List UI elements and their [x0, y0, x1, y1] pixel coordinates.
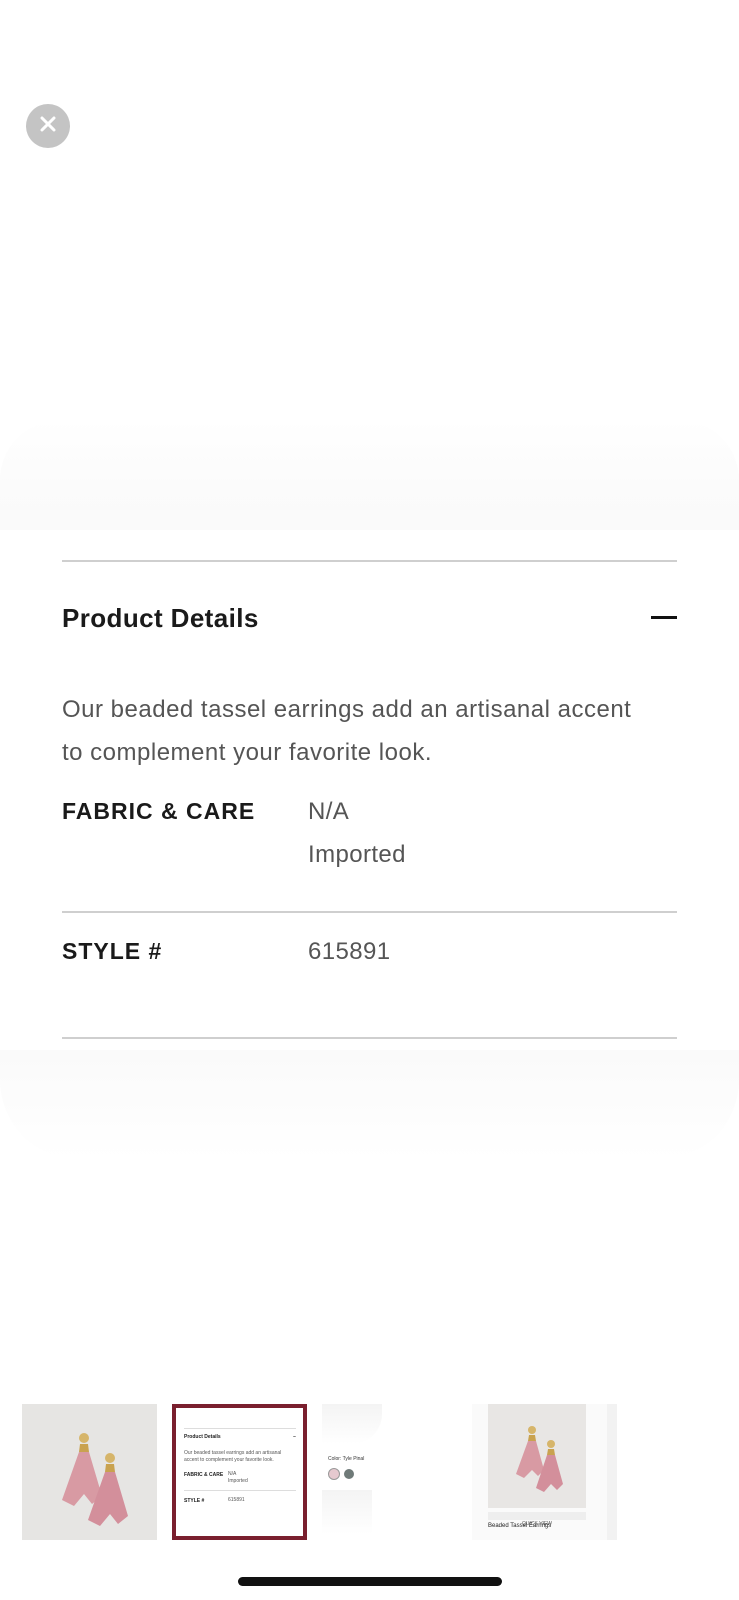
fabric-care-value: N/A: [308, 798, 350, 825]
color-swatch-pink: [328, 1468, 340, 1480]
fabric-care-value: Imported: [308, 841, 406, 868]
product-description: Our beaded tassel earrings add an artisa…: [62, 696, 632, 766]
mini-style-label: STYLE #: [184, 1498, 205, 1504]
mini-fabric-label: FABRIC & CARE: [184, 1472, 224, 1478]
fabric-care-label: FABRIC & CARE: [62, 798, 256, 824]
style-number: 615891: [308, 938, 391, 965]
close-button[interactable]: [26, 104, 70, 148]
style-row: STYLE # 615891: [62, 930, 677, 973]
mini-title: Product Details: [184, 1434, 221, 1440]
style-value: 615891: [308, 930, 391, 973]
mini-description: Our beaded tassel earrings add an artisa…: [184, 1450, 282, 1463]
mini-style-value: 615891: [228, 1497, 245, 1503]
fabric-care-row: FABRIC & CARE N/A Imported: [62, 790, 677, 880]
mini-color-label: Color: Tyle Pinal: [328, 1456, 365, 1462]
mini-fade: [322, 1490, 372, 1534]
related-product-name: Beaded Tassel Earrings: [488, 1523, 552, 1529]
top-fade: [0, 420, 739, 530]
style-label: STYLE #: [62, 938, 163, 964]
thumbnail-strip: Product Details − Our beaded tassel earr…: [22, 1404, 739, 1540]
tassel-earrings-image: [22, 1404, 157, 1540]
mini-divider: [184, 1490, 296, 1491]
divider-bottom: [62, 1037, 677, 1039]
minus-icon[interactable]: [651, 605, 677, 631]
divider-middle: [62, 911, 677, 913]
product-details-title: Product Details: [62, 602, 259, 633]
mini-fade: [322, 1404, 382, 1444]
thumbnail-product-details[interactable]: Product Details − Our beaded tassel earr…: [172, 1404, 307, 1540]
tassel-earrings-image: [516, 1426, 563, 1492]
color-swatch-gray: [344, 1469, 354, 1479]
home-indicator[interactable]: [238, 1577, 502, 1586]
thumbnail-color[interactable]: Color: Tyle Pinal: [322, 1404, 457, 1540]
mini-divider: [184, 1428, 296, 1429]
product-details-header[interactable]: Product Details: [62, 590, 677, 646]
bottom-fade: [0, 1050, 739, 1160]
mini-minus-icon: −: [293, 1434, 296, 1440]
mini-header: Product Details −: [184, 1434, 296, 1440]
mini-fabric-value: N/A: [228, 1471, 237, 1477]
next-thumbnail-edge: [607, 1404, 617, 1540]
mini-fabric-value: Imported: [228, 1478, 248, 1484]
quick-view-button[interactable]: QUICK VIEW: [488, 1512, 586, 1527]
related-product-image: [488, 1404, 586, 1508]
thumbnail-related-product[interactable]: QUICK VIEW Beaded Tassel Earrings: [472, 1404, 607, 1540]
close-icon: [38, 114, 58, 139]
divider-top: [62, 560, 677, 562]
fabric-care-values: N/A Imported: [308, 790, 406, 876]
thumbnail-product-image[interactable]: [22, 1404, 157, 1540]
